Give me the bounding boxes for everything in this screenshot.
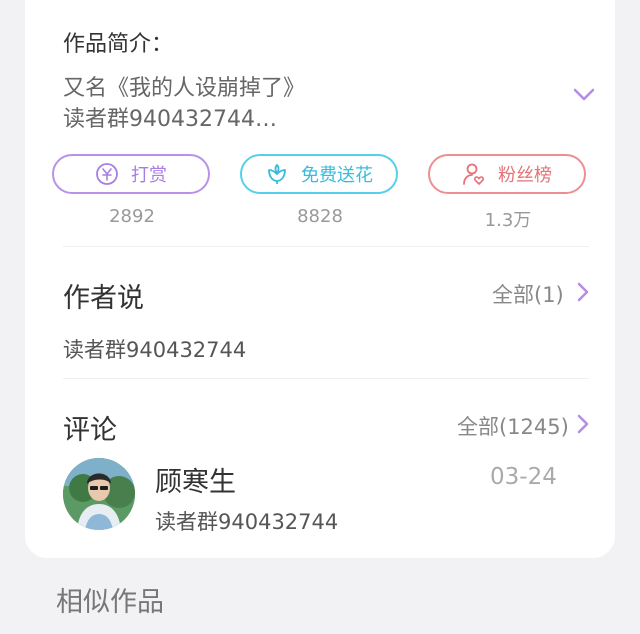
divider (63, 378, 589, 379)
author-says-title: 作者说 (63, 283, 144, 314)
comment-text: 读者群940432744 (155, 510, 339, 534)
send-flower-button[interactable]: 免费送花 (240, 154, 398, 194)
author-says-more-link[interactable]: 全部(1) (492, 279, 564, 309)
chevron-right-icon[interactable] (576, 413, 590, 435)
comments-title: 评论 (63, 415, 117, 446)
intro-line-2: 读者群940432744… (63, 107, 277, 132)
flower-count: 8828 (297, 206, 343, 227)
avatar[interactable] (63, 458, 135, 530)
fan-ranking-button[interactable]: 粉丝榜 (428, 154, 586, 194)
comments-more-link[interactable]: 全部(1245) (457, 411, 569, 441)
author-says-text: 读者群940432744 (63, 338, 247, 362)
intro-title: 作品简介： (63, 32, 174, 57)
chevron-right-icon[interactable] (576, 281, 590, 303)
reward-label: 打赏 (131, 165, 167, 186)
fans-count: 1.3万 (484, 210, 532, 231)
comment-date: 03-24 (490, 464, 557, 490)
reward-count: 2892 (109, 206, 155, 227)
send-flower-label: 免费送花 (301, 165, 373, 186)
expand-chevron-down-icon[interactable] (572, 84, 596, 104)
flower-icon (265, 162, 289, 186)
fan-heart-icon (462, 162, 486, 186)
fan-ranking-label: 粉丝榜 (498, 165, 552, 186)
coin-icon (95, 162, 119, 186)
similar-works-title: 相似作品 (56, 587, 164, 618)
intro-line-1: 又名《我的人设崩掉了》 (63, 76, 306, 101)
comment-username[interactable]: 顾寒生 (155, 460, 236, 499)
reward-button[interactable]: 打赏 (52, 154, 210, 194)
divider (63, 246, 589, 247)
